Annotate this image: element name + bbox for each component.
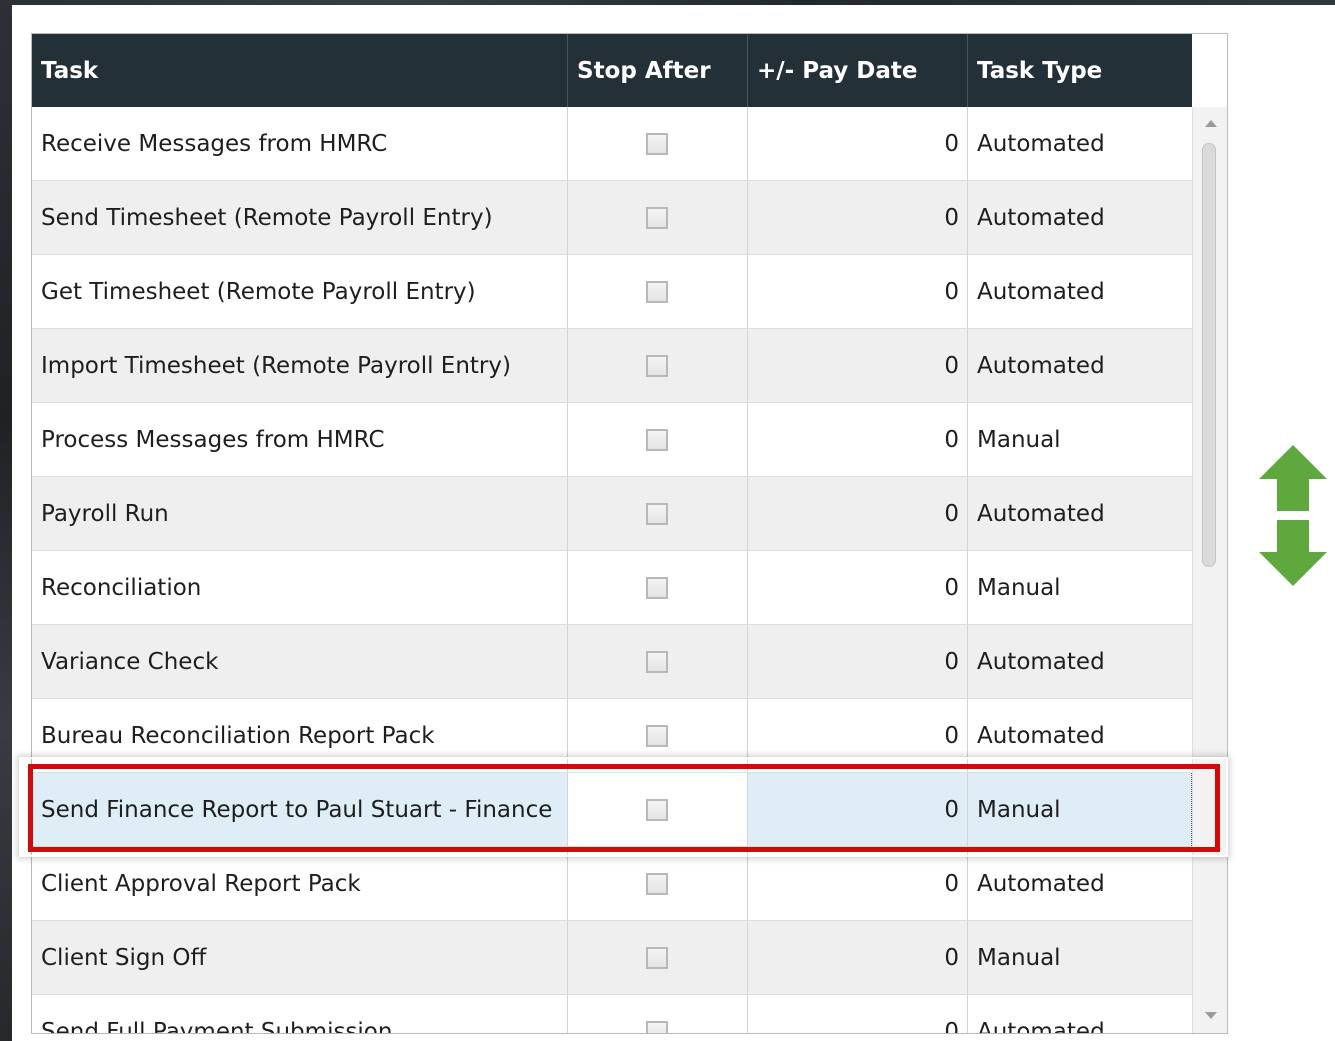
stop-after-cell bbox=[568, 255, 748, 328]
stop-after-checkbox[interactable] bbox=[645, 280, 668, 303]
pay-date-offset-cell[interactable]: 0 bbox=[748, 181, 968, 254]
stop-after-checkbox[interactable] bbox=[645, 576, 668, 599]
task-type-cell: Automated bbox=[977, 352, 1105, 379]
column-header-stop-after[interactable]: Stop After bbox=[568, 34, 748, 107]
table-row[interactable]: Client Sign Off 0 Manual bbox=[32, 921, 1192, 995]
stop-after-cell bbox=[568, 403, 748, 476]
scroll-thumb[interactable] bbox=[1202, 143, 1216, 567]
stop-after-checkbox[interactable] bbox=[645, 798, 668, 821]
desktop-backdrop-left bbox=[0, 0, 12, 1041]
task-name-cell: Import Timesheet (Remote Payroll Entry) bbox=[32, 329, 568, 402]
task-name-cell: Send Timesheet (Remote Payroll Entry) bbox=[32, 181, 568, 254]
stop-after-cell bbox=[568, 107, 748, 180]
pay-date-offset-cell[interactable]: 0 bbox=[748, 255, 968, 328]
pay-date-offset-cell[interactable]: 0 bbox=[748, 625, 968, 698]
stop-after-checkbox[interactable] bbox=[645, 872, 668, 895]
task-type-cell: Automated bbox=[977, 1018, 1105, 1034]
table-row[interactable]: Send Timesheet (Remote Payroll Entry) 0 Au… bbox=[32, 181, 1192, 255]
task-type-cell: Automated bbox=[977, 722, 1105, 749]
table-row-selected[interactable]: Send Finance Report to Paul Stuart - Fin… bbox=[32, 773, 1192, 847]
task-type-cell: Manual bbox=[977, 944, 1061, 971]
table-row[interactable]: Send Full Payment Submission 0 Automated bbox=[32, 995, 1192, 1034]
stop-after-cell bbox=[568, 921, 748, 994]
task-type-cell: Automated bbox=[977, 130, 1105, 157]
table-row[interactable]: Process Messages from HMRC 0 Manual bbox=[32, 403, 1192, 477]
task-name-cell: Bureau Reconciliation Report Pack bbox=[32, 699, 568, 772]
pay-date-offset-cell[interactable]: 0 bbox=[748, 699, 968, 772]
grid-body: Receive Messages from HMRC 0 Automated Send… bbox=[32, 107, 1192, 1034]
task-type-cell: Automated bbox=[977, 500, 1105, 527]
stop-after-checkbox[interactable] bbox=[645, 724, 668, 747]
arrow-up-icon[interactable] bbox=[1259, 445, 1327, 511]
task-name-cell: Send Full Payment Submission bbox=[32, 995, 568, 1033]
table-row[interactable]: Import Timesheet (Remote Payroll Entry) 0… bbox=[32, 329, 1192, 403]
table-row[interactable]: Variance Check 0 Automated bbox=[32, 625, 1192, 699]
stop-after-checkbox[interactable] bbox=[645, 946, 668, 969]
task-type-cell: Automated bbox=[977, 648, 1105, 675]
column-header-task-type[interactable]: Task Type bbox=[968, 34, 1192, 107]
stop-after-cell bbox=[568, 625, 748, 698]
task-name-cell: Get Timesheet (Remote Payroll Entry) bbox=[32, 255, 568, 328]
stop-after-cell bbox=[568, 995, 748, 1033]
stop-after-checkbox[interactable] bbox=[645, 428, 668, 451]
task-name-cell: Variance Check bbox=[32, 625, 568, 698]
stop-after-cell bbox=[568, 773, 748, 846]
table-row[interactable]: Client Approval Report Pack 0 Automated bbox=[32, 847, 1192, 921]
stop-after-cell bbox=[568, 551, 748, 624]
stop-after-checkbox[interactable] bbox=[645, 206, 668, 229]
stop-after-cell bbox=[568, 847, 748, 920]
stop-after-checkbox[interactable] bbox=[645, 354, 668, 377]
column-header-task[interactable]: Task bbox=[32, 34, 568, 107]
pay-date-offset-cell[interactable]: 0 bbox=[748, 773, 968, 846]
task-type-cell: Manual bbox=[977, 574, 1061, 601]
task-name-cell: Send Finance Report to Paul Stuart - Fin… bbox=[32, 773, 568, 846]
table-row[interactable]: Receive Messages from HMRC 0 Automated bbox=[32, 107, 1192, 181]
task-name-cell: Client Sign Off bbox=[32, 921, 568, 994]
pay-date-offset-cell[interactable]: 0 bbox=[748, 477, 968, 550]
stop-after-cell bbox=[568, 329, 748, 402]
stop-after-cell bbox=[568, 699, 748, 772]
pay-date-offset-cell[interactable]: 0 bbox=[748, 329, 968, 402]
stop-after-checkbox[interactable] bbox=[645, 1020, 668, 1033]
task-name-cell: Process Messages from HMRC bbox=[32, 403, 568, 476]
task-type-cell: Automated bbox=[977, 870, 1105, 897]
table-row[interactable]: Bureau Reconciliation Report Pack 0 Automa… bbox=[32, 699, 1192, 773]
grid-header-corner bbox=[1192, 34, 1227, 107]
stop-after-cell bbox=[568, 477, 748, 550]
stop-after-checkbox[interactable] bbox=[645, 132, 668, 155]
task-type-cell: Manual bbox=[977, 426, 1061, 453]
task-name-cell: Payroll Run bbox=[32, 477, 568, 550]
stop-after-checkbox[interactable] bbox=[645, 650, 668, 673]
task-grid: Task Stop After +/- Pay Date Task Type R… bbox=[31, 33, 1228, 1034]
task-type-cell: Automated bbox=[977, 204, 1105, 231]
grid-header: Task Stop After +/- Pay Date Task Type bbox=[32, 34, 1192, 107]
table-row[interactable]: Payroll Run 0 Automated bbox=[32, 477, 1192, 551]
pay-date-offset-cell[interactable]: 0 bbox=[748, 403, 968, 476]
vertical-scrollbar[interactable] bbox=[1192, 107, 1227, 1033]
column-header-pay-date[interactable]: +/- Pay Date bbox=[748, 34, 968, 107]
task-type-cell: Manual bbox=[968, 773, 1192, 846]
table-row[interactable]: Reconciliation 0 Manual bbox=[32, 551, 1192, 625]
task-name-cell: Receive Messages from HMRC bbox=[32, 107, 568, 180]
scroll-up-icon[interactable] bbox=[1205, 120, 1217, 127]
table-row[interactable]: Get Timesheet (Remote Payroll Entry) 0 Aut… bbox=[32, 255, 1192, 329]
stop-after-checkbox[interactable] bbox=[645, 502, 668, 525]
pay-date-offset-cell[interactable]: 0 bbox=[748, 921, 968, 994]
arrow-down-icon[interactable] bbox=[1259, 520, 1327, 586]
pay-date-offset-cell[interactable]: 0 bbox=[748, 107, 968, 180]
task-name-cell: Client Approval Report Pack bbox=[32, 847, 568, 920]
task-type-cell: Automated bbox=[977, 278, 1105, 305]
scroll-down-icon[interactable] bbox=[1205, 1012, 1217, 1019]
task-name-cell: Reconciliation bbox=[32, 551, 568, 624]
pay-date-offset-cell[interactable]: 0 bbox=[748, 551, 968, 624]
pay-date-offset-cell[interactable]: 0 bbox=[748, 847, 968, 920]
pay-date-offset-cell[interactable]: 0 bbox=[748, 995, 968, 1033]
stop-after-cell bbox=[568, 181, 748, 254]
